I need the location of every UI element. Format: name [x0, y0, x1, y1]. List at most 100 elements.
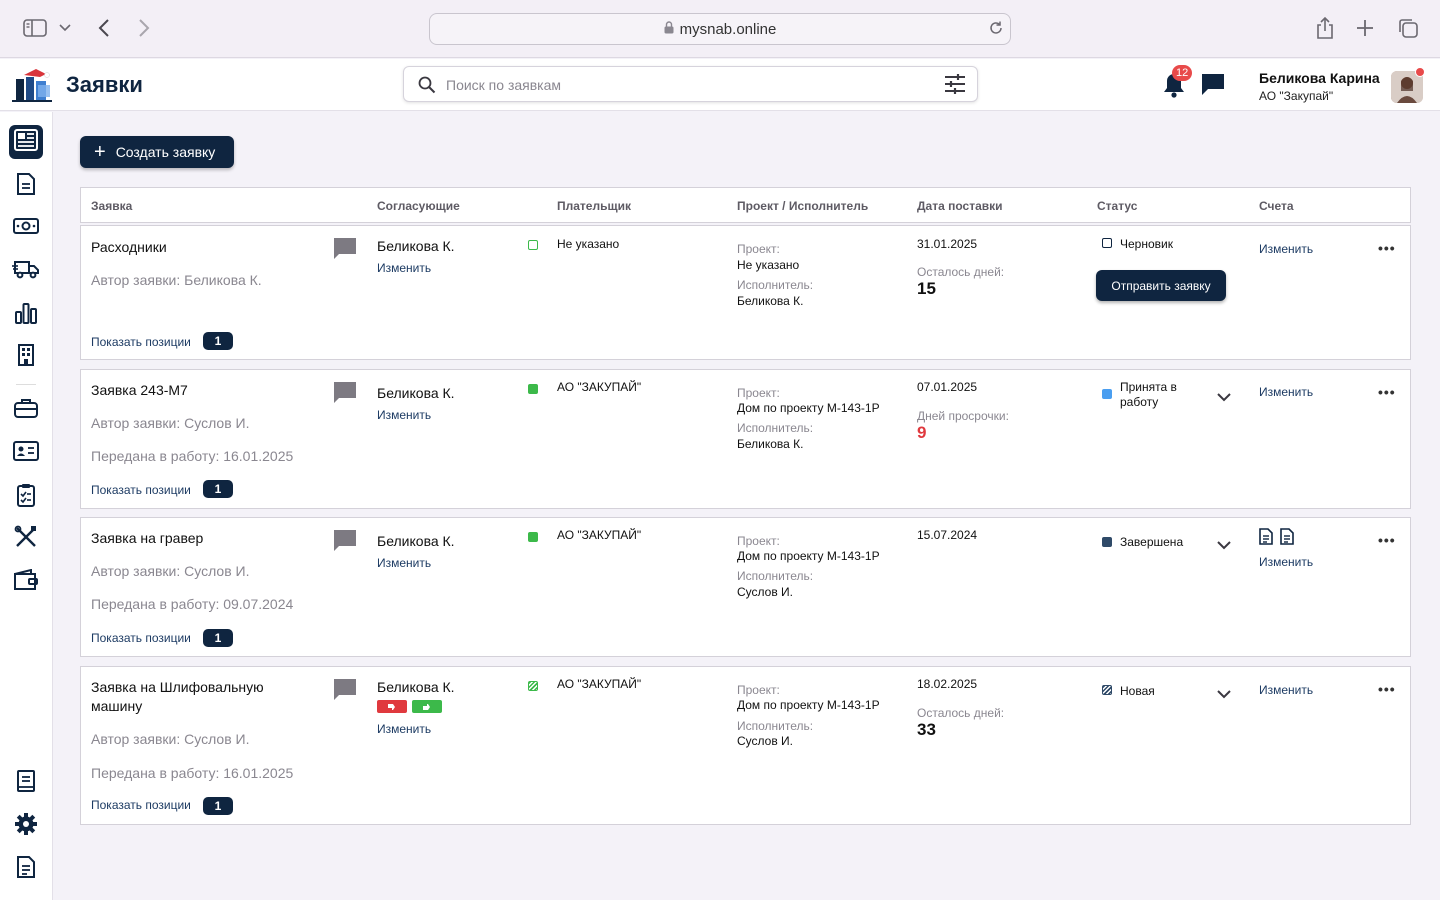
table-row[interactable]: Расходники Автор заявки: Беликова К. Пок…	[80, 225, 1411, 360]
payer-name: АО "ЗАКУПАЙ"	[557, 380, 642, 394]
nav-guide[interactable]	[9, 766, 43, 800]
search-bar[interactable]	[403, 66, 978, 102]
nav-reports[interactable]	[9, 852, 43, 886]
delivery-date: 18.02.2025	[917, 677, 978, 691]
days-value: 33	[917, 720, 936, 739]
nav-requests[interactable]	[9, 125, 43, 159]
create-request-button[interactable]: + Создать заявку	[80, 136, 234, 168]
approver-change-link[interactable]: Изменить	[377, 556, 431, 570]
positions-count-badge: 1	[203, 480, 233, 498]
show-positions-link[interactable]: Показать позиции	[91, 798, 191, 812]
more-icon[interactable]: •••	[1378, 532, 1396, 548]
request-title[interactable]: Заявка 243-М7	[91, 381, 311, 400]
more-icon[interactable]: •••	[1378, 681, 1396, 697]
col-status[interactable]: Статус	[1097, 199, 1137, 213]
nav-delivery[interactable]	[9, 254, 43, 288]
executor-label: Исполнитель:	[737, 569, 814, 583]
executor-label: Исполнитель:	[737, 278, 814, 292]
project-label: Проект:	[737, 534, 780, 548]
comment-icon[interactable]	[333, 381, 357, 410]
col-approvers[interactable]: Согласующие	[377, 199, 460, 213]
col-payer[interactable]: Плательщик	[557, 199, 631, 213]
forward-icon[interactable]	[131, 15, 157, 41]
col-project[interactable]: Проект / Исполнитель	[737, 199, 868, 213]
address-bar[interactable]: mysnab.online	[429, 13, 1011, 45]
col-delivery-date[interactable]: Дата поставки	[917, 199, 1003, 213]
invoice-document-icon[interactable]	[1280, 528, 1294, 550]
user-name[interactable]: Беликова Карина	[1259, 70, 1380, 86]
payer-name: Не указано	[557, 237, 620, 251]
invoice-change-link[interactable]: Изменить	[1259, 683, 1313, 697]
sidebar-toggle-icon[interactable]	[22, 15, 48, 41]
more-icon[interactable]: •••	[1378, 240, 1396, 256]
table-row[interactable]: Заявка на гравер Автор заявки: Суслов И.…	[80, 517, 1411, 657]
request-sent-date: Передана в работу: 09.07.2024	[91, 596, 294, 612]
approver-change-link[interactable]: Изменить	[377, 408, 431, 422]
request-title[interactable]: Расходники	[91, 238, 311, 257]
status-text: Принята в работу	[1120, 380, 1177, 409]
vote-approve-icon[interactable]	[412, 700, 442, 713]
col-request[interactable]: Заявка	[91, 199, 132, 213]
more-icon[interactable]: •••	[1378, 384, 1396, 400]
approver-change-link[interactable]: Изменить	[377, 722, 431, 736]
new-tab-icon[interactable]	[1352, 15, 1378, 41]
approver-name: Беликова К.	[377, 385, 455, 401]
chevron-down-icon[interactable]	[1217, 537, 1231, 555]
sidebar-divider	[16, 384, 36, 385]
nav-analytics[interactable]	[9, 298, 43, 332]
status-indicator	[1102, 389, 1112, 399]
nav-documents[interactable]	[9, 169, 43, 203]
back-icon[interactable]	[91, 15, 117, 41]
invoice-change-link[interactable]: Изменить	[1259, 385, 1313, 399]
nav-companies[interactable]	[9, 340, 43, 374]
show-positions-link[interactable]: Показать позиции	[91, 335, 191, 349]
nav-tasks[interactable]	[9, 480, 43, 514]
send-request-button[interactable]: Отправить заявку	[1096, 270, 1226, 301]
search-input[interactable]	[446, 74, 916, 96]
chat-icon[interactable]	[1199, 71, 1227, 102]
clipboard-icon	[16, 483, 36, 512]
invoice-change-link[interactable]: Изменить	[1259, 555, 1313, 569]
col-invoices[interactable]: Счета	[1259, 199, 1294, 213]
nav-wallet[interactable]	[9, 565, 43, 599]
page-title: Заявки	[66, 72, 143, 97]
share-icon[interactable]	[1312, 15, 1338, 41]
nav-tools[interactable]	[9, 522, 43, 556]
tabs-icon[interactable]	[1395, 15, 1421, 41]
search-icon	[418, 76, 436, 99]
comment-icon[interactable]	[333, 237, 357, 266]
invoice-change-link[interactable]: Изменить	[1259, 242, 1313, 256]
chevron-down-icon[interactable]	[1217, 389, 1231, 407]
nav-settings[interactable]	[9, 809, 43, 843]
table-row[interactable]: Заявка на Шлифовальную машину Автор заяв…	[80, 666, 1411, 825]
table-row[interactable]: Заявка 243-М7 Автор заявки: Суслов И. Пе…	[80, 369, 1411, 509]
filter-icon[interactable]	[943, 73, 967, 100]
positions-count-badge: 1	[203, 332, 233, 350]
comment-icon[interactable]	[333, 529, 357, 558]
money-icon	[13, 217, 39, 240]
nav-suppliers[interactable]	[9, 393, 43, 427]
invoice-document-icon[interactable]	[1259, 528, 1273, 550]
status-indicator	[1102, 238, 1112, 248]
project-name: Дом по проекту М-143-1Р	[737, 549, 880, 563]
chevron-down-icon[interactable]	[56, 15, 74, 41]
show-positions-link[interactable]: Показать позиции	[91, 483, 191, 497]
briefcase-icon	[13, 397, 39, 424]
request-author: Автор заявки: Суслов И.	[91, 415, 250, 431]
days-label: Дней просрочки:	[917, 409, 1009, 423]
reload-icon[interactable]	[988, 20, 1004, 40]
approver-change-link[interactable]: Изменить	[377, 261, 431, 275]
chevron-down-icon[interactable]	[1217, 686, 1231, 704]
positions-count-badge: 1	[203, 797, 233, 815]
vote-reject-icon[interactable]	[377, 700, 407, 713]
show-positions-link[interactable]: Показать позиции	[91, 631, 191, 645]
app-logo[interactable]	[10, 65, 54, 105]
nav-contacts[interactable]	[9, 436, 43, 470]
browser-toolbar: mysnab.online	[0, 0, 1440, 58]
request-title[interactable]: Заявка на гравер	[91, 529, 311, 548]
comment-icon[interactable]	[333, 678, 357, 707]
request-title[interactable]: Заявка на Шлифовальную машину	[91, 678, 311, 716]
delivery-date: 15.07.2024	[917, 528, 978, 542]
nav-payments[interactable]	[9, 211, 43, 245]
status-text: Черновик	[1120, 237, 1173, 251]
